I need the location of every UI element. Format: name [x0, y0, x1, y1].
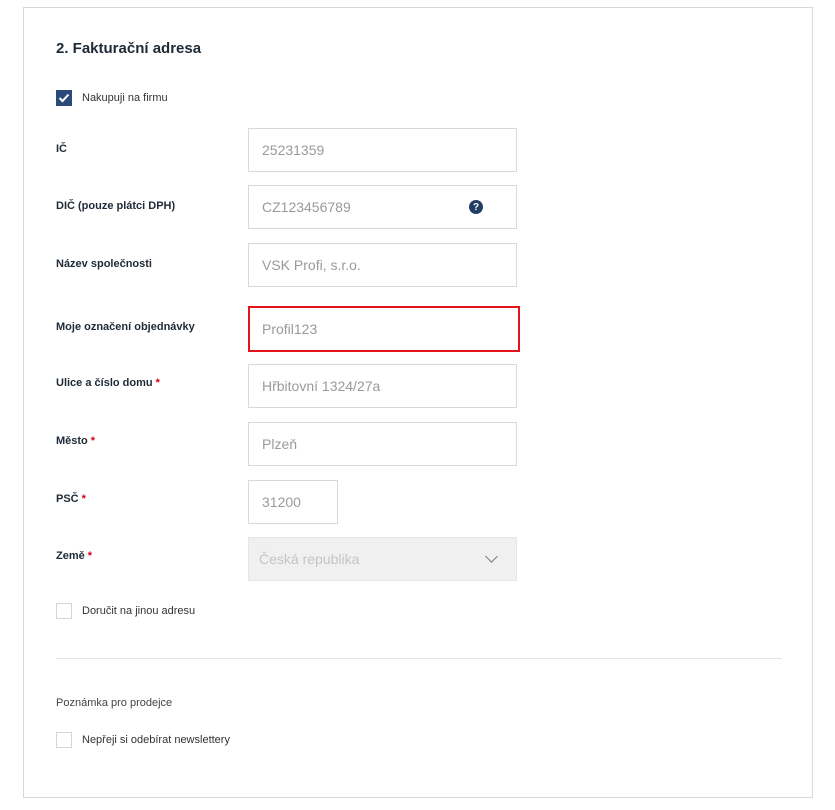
required-asterisk: *: [155, 377, 160, 389]
company-purchase-label: Nakupuji na firmu: [82, 92, 168, 104]
city-row: Město * Plzeň: [56, 422, 517, 466]
city-input[interactable]: Plzeň: [248, 422, 517, 466]
order-ref-value: Profil123: [262, 321, 318, 337]
zip-row: PSČ * 31200: [56, 480, 486, 524]
question-mark-icon[interactable]: ?: [469, 200, 483, 214]
order-ref-input[interactable]: Profil123: [248, 306, 520, 352]
country-select[interactable]: Česká republika: [248, 537, 517, 581]
zip-value: 31200: [262, 494, 301, 510]
street-label-wrap: Ulice a číslo domu *: [56, 377, 160, 389]
other-address-checkbox-row[interactable]: Doručit na jinou adresu: [56, 603, 195, 619]
city-label: Město: [56, 435, 88, 447]
company-name-input[interactable]: VSK Profi, s.r.o.: [248, 243, 517, 287]
country-label: Země: [56, 550, 85, 562]
newsletter-checkbox[interactable]: [56, 732, 72, 748]
newsletter-checkbox-row[interactable]: Nepřeji si odebírat newslettery: [56, 732, 230, 748]
street-label: Ulice a číslo domu: [56, 377, 153, 389]
company-purchase-checkbox[interactable]: [56, 90, 72, 106]
company-name-row: Název společnosti VSK Profi, s.r.o.: [56, 243, 517, 287]
country-value: Česká republika: [259, 551, 360, 567]
zip-input[interactable]: 31200: [248, 480, 338, 524]
required-asterisk: *: [81, 493, 86, 505]
required-asterisk: *: [90, 435, 96, 447]
ic-row: IČ 25231359: [56, 128, 517, 172]
required-asterisk: *: [87, 550, 93, 562]
company-name-value: VSK Profi, s.r.o.: [262, 257, 361, 273]
company-name-label: Název společnosti: [56, 258, 152, 270]
dic-input[interactable]: CZ123456789 ?: [248, 185, 517, 229]
country-label-wrap: Země *: [56, 550, 92, 562]
zip-label: PSČ: [56, 493, 79, 505]
dic-row: DIČ (pouze plátci DPH) CZ123456789 ?: [56, 185, 517, 229]
city-value: Plzeň: [262, 436, 298, 452]
country-row: Země * Česká republika: [56, 537, 517, 581]
seller-note-link[interactable]: Poznámka pro prodejce: [56, 697, 172, 709]
other-address-label: Doručit na jinou adresu: [82, 605, 196, 617]
ic-label: IČ: [56, 143, 67, 155]
checkmark-icon: [58, 93, 70, 103]
divider: [56, 658, 782, 659]
street-value: Hřbitovní 1324/27a: [262, 378, 381, 394]
ic-value: 25231359: [262, 142, 325, 158]
chevron-down-icon: [485, 550, 498, 563]
street-input[interactable]: Hřbitovní 1324/27a: [248, 364, 517, 408]
order-ref-row: Moje označení objednávky Profil123: [56, 306, 520, 352]
dic-label: DIČ (pouze plátci DPH): [56, 200, 176, 212]
other-address-checkbox[interactable]: [56, 603, 72, 619]
street-row: Ulice a číslo domu * Hřbitovní 1324/27a: [56, 364, 517, 408]
city-label-wrap: Město *: [56, 435, 95, 447]
billing-address-panel: 2. Fakturační adresa Nakupuji na firmu I…: [23, 7, 813, 798]
zip-label-wrap: PSČ *: [56, 493, 86, 505]
ic-input[interactable]: 25231359: [248, 128, 517, 172]
dic-value: CZ123456789: [262, 199, 351, 215]
section-title: 2. Fakturační adresa: [56, 40, 202, 57]
newsletter-label: Nepřeji si odebírat newslettery: [82, 734, 230, 746]
company-purchase-checkbox-row[interactable]: Nakupuji na firmu: [56, 90, 168, 106]
order-ref-label: Moje označení objednávky: [56, 321, 195, 333]
